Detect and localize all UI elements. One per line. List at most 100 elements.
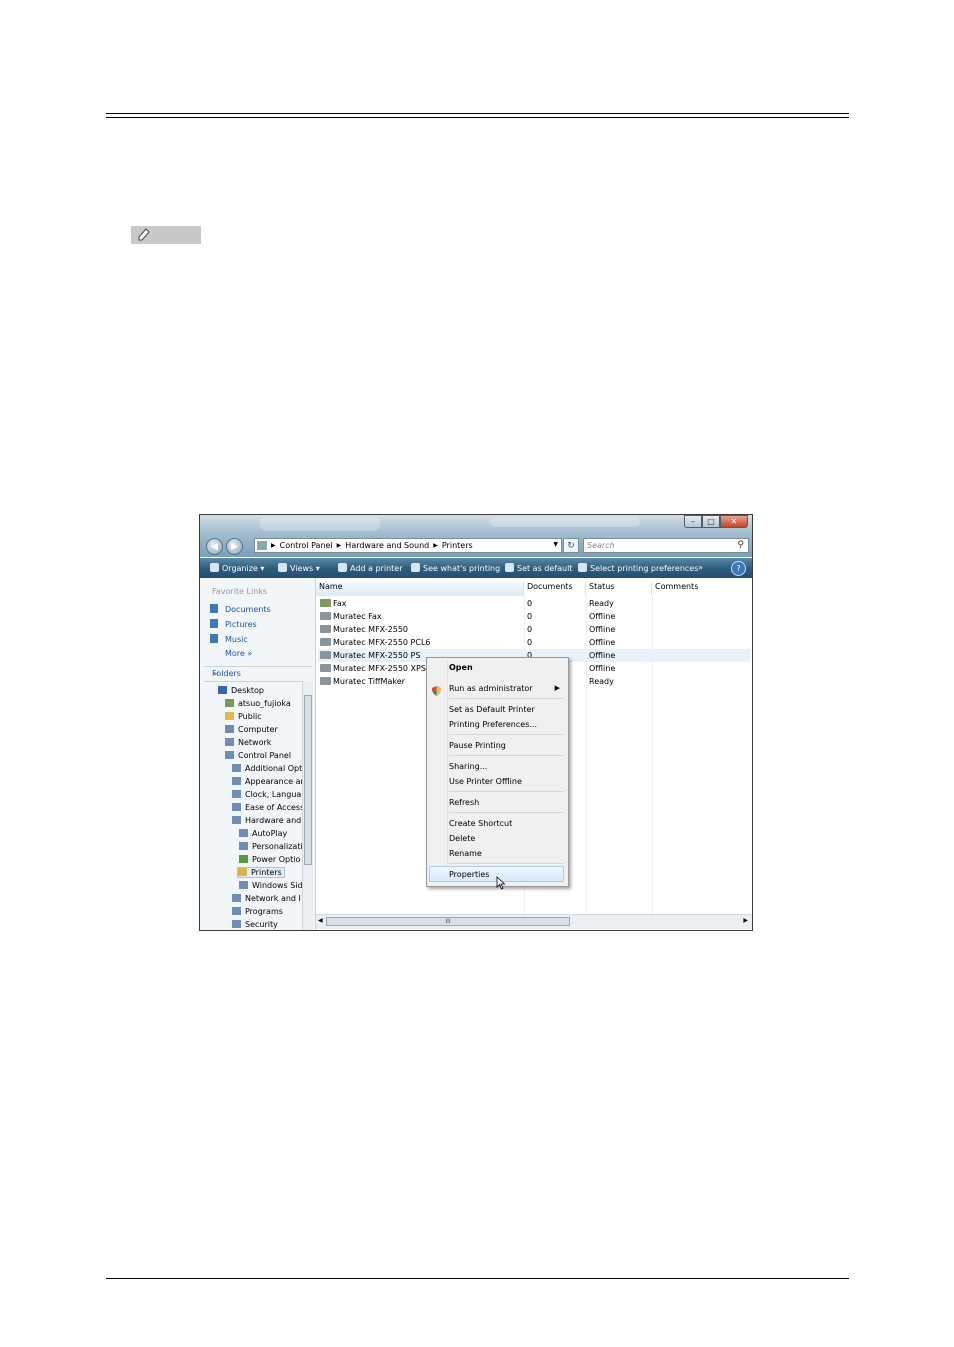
- search-input[interactable]: Search ⚲: [583, 538, 749, 553]
- folders-header[interactable]: Folders ⌄: [204, 666, 312, 682]
- printer-docs: 0: [527, 612, 533, 621]
- scrollbar-thumb[interactable]: III: [326, 917, 570, 926]
- menu-create-shortcut[interactable]: Create Shortcut: [449, 819, 512, 828]
- menu-open[interactable]: Open: [449, 663, 473, 672]
- tree-security[interactable]: Security: [232, 920, 302, 929]
- column-status[interactable]: Status: [586, 582, 652, 596]
- breadcrumb-arrow-icon: ▶: [336, 542, 342, 549]
- menu-refresh[interactable]: Refresh: [449, 798, 479, 807]
- printer-docs: 0: [527, 599, 533, 608]
- column-comments[interactable]: Comments: [652, 582, 752, 596]
- tree-autoplay[interactable]: AutoPlay: [239, 829, 302, 838]
- appearance-icon: [232, 777, 241, 785]
- select-printing-preferences-button[interactable]: Select printing preferences: [578, 563, 698, 573]
- printer-name: Muratec Fax: [333, 612, 382, 621]
- tree-hardware-sound[interactable]: Hardware and: [232, 816, 302, 825]
- navigation-pane: Favorite Links Documents Pictures Music …: [200, 578, 316, 930]
- tree-personalization[interactable]: Personalizati: [239, 842, 302, 851]
- printer-name: Muratec MFX-2550: [333, 625, 408, 634]
- printer-status: Ready: [589, 677, 614, 686]
- command-toolbar: Organize ▾ Views ▾ Add a printer See wha…: [200, 558, 752, 578]
- table-row[interactable]: Muratec MFX-2550 PCL6 0 Offline: [318, 636, 750, 649]
- tree-label: AutoPlay: [252, 829, 288, 838]
- minimize-button[interactable]: –: [684, 515, 702, 528]
- forward-button[interactable]: ▶: [226, 538, 243, 555]
- horizontal-scrollbar[interactable]: ◀ III ▶: [316, 914, 752, 929]
- printer-name: Fax: [333, 599, 347, 608]
- printer-status: Offline: [589, 651, 616, 660]
- tree-windows-sidebar[interactable]: Windows Sid: [239, 881, 302, 890]
- autoplay-icon: [239, 829, 248, 837]
- scrollbar-thumb[interactable]: [304, 695, 312, 865]
- fav-pictures[interactable]: Pictures: [210, 619, 257, 629]
- back-button[interactable]: ◀: [206, 538, 223, 555]
- menu-delete[interactable]: Delete: [449, 834, 475, 843]
- menu-use-printer-offline[interactable]: Use Printer Offline: [449, 777, 522, 786]
- chevron-down-icon[interactable]: ▼: [553, 541, 558, 548]
- menu-properties[interactable]: Properties: [449, 870, 489, 879]
- breadcrumb-printers[interactable]: Printers: [442, 541, 473, 550]
- music-icon: [210, 634, 218, 643]
- table-row[interactable]: Muratec MFX-2550 0 Offline: [318, 623, 750, 636]
- menu-separator: [449, 812, 564, 813]
- address-bar[interactable]: ▶ Control Panel ▶ Hardware and Sound ▶ P…: [254, 538, 562, 553]
- tree-network[interactable]: Network: [225, 738, 302, 747]
- tree-additional-options[interactable]: Additional Opt: [232, 764, 302, 773]
- header-rule: [106, 113, 849, 114]
- tree-computer[interactable]: Computer: [225, 725, 302, 734]
- tree-network-internet[interactable]: Network and I: [232, 894, 302, 903]
- tree-power-options[interactable]: Power Optio: [239, 855, 302, 864]
- breadcrumb-arrow-icon: ▶: [271, 542, 276, 549]
- see-whats-printing-label: See what's printing: [423, 564, 501, 573]
- tree-printers[interactable]: Printers: [237, 867, 285, 878]
- toolbar-overflow-button[interactable]: »: [698, 563, 703, 572]
- menu-set-default-printer[interactable]: Set as Default Printer: [449, 705, 535, 714]
- tree-clock-language[interactable]: Clock, Langua: [232, 790, 302, 799]
- menu-rename[interactable]: Rename: [449, 849, 482, 858]
- column-name[interactable]: Name: [316, 582, 524, 596]
- preferences-icon: [578, 563, 587, 572]
- refresh-button[interactable]: ↻: [563, 538, 579, 553]
- organize-button[interactable]: Organize ▾: [210, 563, 264, 573]
- views-icon: [278, 563, 287, 572]
- breadcrumb-control-panel[interactable]: Control Panel: [280, 541, 333, 550]
- views-button[interactable]: Views ▾: [278, 563, 320, 573]
- breadcrumb-hardware-sound[interactable]: Hardware and Sound: [345, 541, 429, 550]
- fav-music[interactable]: Music: [210, 634, 248, 644]
- column-documents[interactable]: Documents: [524, 582, 586, 596]
- see-whats-printing-button[interactable]: See what's printing: [411, 563, 500, 573]
- scroll-right-icon[interactable]: ▶: [743, 917, 748, 924]
- tree-label: Network: [238, 738, 272, 747]
- tree-public[interactable]: Public: [225, 712, 302, 721]
- fav-more[interactable]: More »: [225, 649, 252, 658]
- tree-appearance[interactable]: Appearance ar: [232, 777, 302, 786]
- tree-programs[interactable]: Programs: [232, 907, 302, 916]
- maximize-button[interactable]: □: [702, 515, 720, 528]
- tree-ease-of-access[interactable]: Ease of Access: [232, 803, 302, 812]
- menu-sharing[interactable]: Sharing...: [449, 762, 487, 771]
- tree-user-folder[interactable]: atsuo_fujioka: [225, 699, 302, 708]
- pencil-icon: [138, 228, 150, 241]
- fav-pictures-label: Pictures: [225, 620, 257, 629]
- tree-label: Hardware and: [245, 816, 302, 825]
- mouse-pointer-icon: [496, 876, 506, 890]
- tree-control-panel[interactable]: Control Panel: [225, 751, 302, 760]
- scroll-left-icon[interactable]: ◀: [318, 917, 323, 924]
- fav-documents[interactable]: Documents: [210, 604, 271, 614]
- tree-label: Clock, Langua: [245, 790, 302, 799]
- set-as-default-button[interactable]: Set as default: [505, 563, 572, 573]
- table-row[interactable]: Fax 0 Ready: [318, 597, 750, 610]
- window-controls: – □ ✕: [684, 515, 748, 528]
- menu-run-as-administrator[interactable]: Run as administrator: [449, 684, 533, 693]
- table-row[interactable]: Muratec Fax 0 Offline: [318, 610, 750, 623]
- network-icon: [225, 738, 234, 746]
- menu-pause-printing[interactable]: Pause Printing: [449, 741, 506, 750]
- tree-desktop[interactable]: Desktop: [218, 686, 302, 695]
- set-as-default-label: Set as default: [517, 564, 573, 573]
- help-icon[interactable]: ?: [731, 561, 746, 576]
- tree-scrollbar[interactable]: [302, 681, 313, 930]
- menu-printing-preferences[interactable]: Printing Preferences...: [449, 720, 537, 729]
- search-icon[interactable]: ⚲: [737, 540, 744, 550]
- add-printer-button[interactable]: Add a printer: [338, 563, 402, 573]
- close-button[interactable]: ✕: [720, 515, 748, 528]
